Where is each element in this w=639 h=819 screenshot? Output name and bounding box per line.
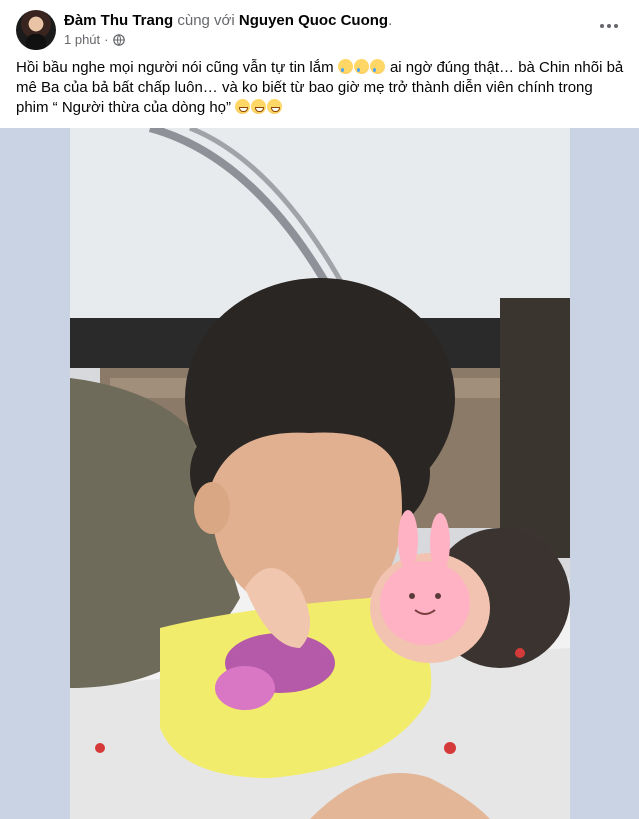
more-options-icon[interactable] [597, 14, 621, 38]
post-photo[interactable] [70, 128, 570, 819]
author-line: Đàm Thu Trang cùng với Nguyen Quoc Cuong… [64, 11, 392, 30]
crying-face-emoji [353, 59, 369, 74]
post-text: Hồi bầu nghe mọi người nói cũng vẫn tự t… [16, 58, 626, 118]
crying-face-emoji [369, 59, 385, 74]
post-media[interactable] [0, 128, 639, 819]
post-text-part1: Hồi bầu nghe mọi người nói cũng vẫn tự t… [16, 59, 334, 76]
grinning-face-emoji [251, 99, 267, 114]
grinning-face-emoji [267, 99, 283, 114]
globe-icon[interactable] [112, 34, 125, 46]
facebook-post: Đàm Thu Trang cùng với Nguyen Quoc Cuong… [0, 0, 639, 819]
post-header: Đàm Thu Trang cùng với Nguyen Quoc Cuong… [0, 0, 639, 54]
crying-face-emoji [337, 59, 353, 74]
meta-separator: · [104, 32, 109, 47]
tagged-person[interactable]: Nguyen Quoc Cuong [239, 12, 388, 29]
author-avatar[interactable] [16, 10, 56, 50]
with-text: cùng với [177, 12, 235, 29]
photo-illustration [70, 128, 570, 819]
tagged-suffix: . [388, 12, 393, 29]
post-time[interactable]: 1 phút [64, 32, 100, 48]
grinning-face-emoji [235, 99, 251, 114]
author-name[interactable]: Đàm Thu Trang [64, 12, 173, 29]
post-meta: 1 phút · [64, 32, 125, 48]
